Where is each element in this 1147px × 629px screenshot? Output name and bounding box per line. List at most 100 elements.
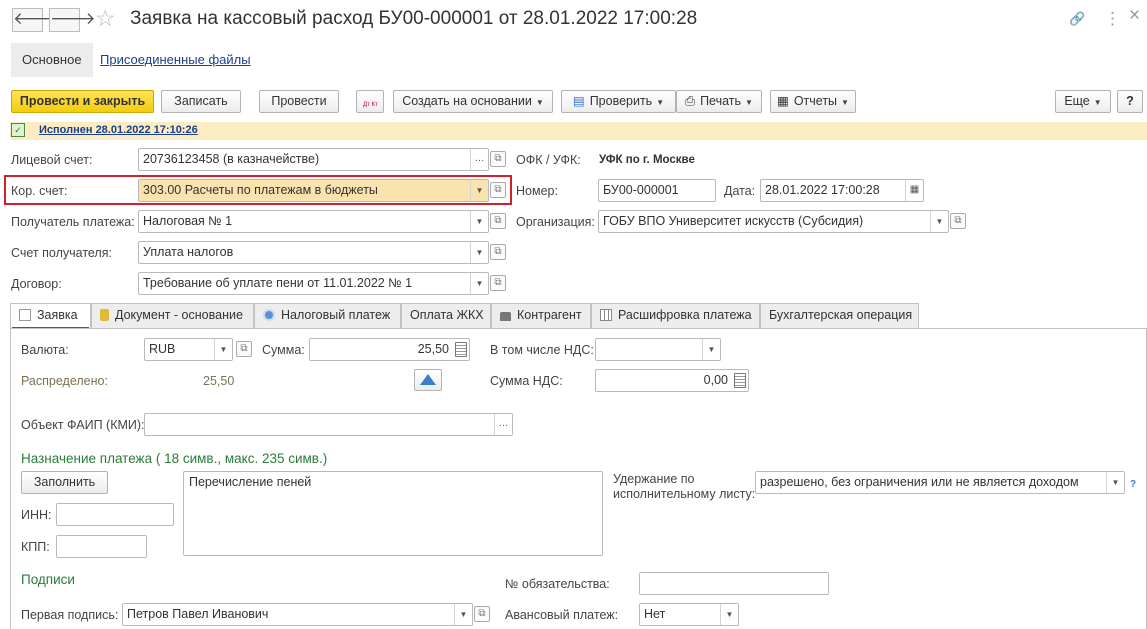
calendar-icon[interactable]: ▦ (905, 180, 923, 201)
sum-field[interactable]: 25,50 (309, 338, 470, 361)
withhold-label-2: исполнительному листу: (613, 487, 756, 501)
chevron-down-icon: ▼ (1093, 98, 1102, 107)
more-label: Еще (1064, 94, 1090, 108)
currency-field[interactable]: RUB ▼ (144, 338, 233, 361)
chevron-down-icon: ▼ (656, 98, 665, 107)
tab-main[interactable]: Основное (11, 43, 93, 77)
check-button[interactable]: ▤ Проверить ▼ (561, 90, 676, 113)
account-label: Лицевой счет: (11, 153, 93, 167)
tax-payment-icon (263, 309, 275, 321)
tab-request-label: Заявка (37, 308, 78, 322)
corr-account-value: 303.00 Расчеты по платежам в бюджеты (143, 183, 378, 197)
dropdown-arrow-icon[interactable]: ▼ (930, 211, 948, 232)
chevron-down-icon: ▼ (841, 98, 849, 107)
open-first-signature-icon[interactable]: ⧉ (474, 606, 490, 622)
tab-counterparty[interactable]: Контрагент (491, 303, 591, 328)
vat-included-field[interactable]: ▼ (595, 338, 721, 361)
open-corr-account-icon[interactable]: ⧉ (490, 182, 506, 198)
tab-accounting-operation[interactable]: Бухгалтерская операция (760, 303, 919, 328)
status-link[interactable]: Исполнен 28.01.2022 17:10:26 (39, 124, 198, 136)
open-recipient-icon[interactable]: ⧉ (490, 213, 506, 229)
open-contract-icon[interactable]: ⧉ (490, 275, 506, 291)
create-based-on-button[interactable]: Создать на основании ▼ (393, 90, 553, 113)
corr-account-field[interactable]: 303.00 Расчеты по платежам в бюджеты ▼ (138, 179, 489, 202)
tab-basis-document[interactable]: Документ - основание (91, 303, 254, 328)
dropdown-arrow-icon[interactable]: ▼ (1106, 472, 1124, 493)
fill-button[interactable]: Заполнить (21, 471, 108, 494)
recipient-account-field[interactable]: Уплата налогов ▼ (138, 241, 489, 264)
dropdown-arrow-icon[interactable]: ▼ (720, 604, 738, 625)
more-vertical-icon[interactable]: ⋮ (1104, 10, 1121, 28)
reports-button[interactable]: ▦ Отчеты ▼ (770, 90, 856, 113)
dt-kt-button[interactable]: Дт Кт (356, 90, 384, 113)
inn-label: ИНН: (21, 508, 52, 522)
number-value: БУ00-000001 (603, 183, 679, 197)
dropdown-arrow-icon[interactable]: ▼ (214, 339, 232, 360)
back-button[interactable]: 🡐 (12, 8, 59, 32)
tab-tax-payment[interactable]: Налоговый платеж (254, 303, 401, 328)
faip-label: Объект ФАИП (КМИ): (21, 418, 145, 432)
withhold-field[interactable]: разрешено, без ограничения или не являет… (755, 471, 1125, 494)
obligation-field[interactable] (639, 572, 829, 595)
close-icon[interactable]: × (1129, 6, 1140, 25)
purpose-textarea[interactable]: Перечисление пеней (183, 471, 603, 556)
open-organization-icon[interactable]: ⧉ (950, 213, 966, 229)
executed-status-icon: ✓ (11, 123, 25, 137)
account-field[interactable]: 20736123458 (в казначействе) … (138, 148, 489, 171)
help-question-icon[interactable]: ? (1130, 479, 1136, 490)
select-dots-icon[interactable]: … (494, 414, 512, 435)
first-signature-label: Первая подпись: (21, 608, 119, 622)
recipient-field[interactable]: Налоговая № 1 ▼ (138, 210, 489, 233)
tab-request[interactable]: Заявка (10, 303, 91, 329)
favorite-star-icon[interactable]: ☆ (95, 6, 116, 30)
select-dots-icon[interactable]: … (470, 149, 488, 170)
organization-field[interactable]: ГОБУ ВПО Университет искусств (Субсидия)… (598, 210, 949, 233)
tab-attached-files[interactable]: Присоединенные файлы (89, 43, 262, 77)
page-title: Заявка на кассовый расход БУ00-000001 от… (130, 8, 698, 29)
contract-label: Договор: (11, 277, 62, 291)
dropdown-arrow-icon[interactable]: ▼ (470, 273, 488, 294)
vat-sum-field[interactable]: 0,00 (595, 369, 749, 392)
status-bar: ✓ Исполнен 28.01.2022 17:10:26 (10, 122, 1147, 140)
advance-payment-label: Авансовый платеж: (505, 608, 619, 622)
open-currency-icon[interactable]: ⧉ (236, 341, 252, 357)
help-button[interactable]: ? (1117, 90, 1143, 113)
table-icon (600, 309, 612, 321)
faip-field[interactable]: … (144, 413, 513, 436)
print-label: Печать (700, 94, 742, 108)
forward-button[interactable]: 🡒 (49, 8, 96, 32)
calculator-icon[interactable] (734, 373, 746, 388)
dropdown-arrow-icon[interactable]: ▼ (702, 339, 720, 360)
tab-payment-breakdown[interactable]: Расшифровка платежа (591, 303, 760, 328)
recipient-label: Получатель платежа: (11, 215, 135, 229)
distribute-button[interactable] (414, 369, 442, 391)
kpp-field[interactable] (56, 535, 147, 558)
first-signature-field[interactable]: Петров Павел Иванович ▼ (122, 603, 473, 626)
contract-field[interactable]: Требование об уплате пени от 11.01.2022 … (138, 272, 489, 295)
chevron-down-icon: ▼ (535, 98, 544, 107)
write-button[interactable]: Записать (161, 90, 241, 113)
number-label: Номер: (516, 184, 558, 198)
more-button[interactable]: Еще ▼ (1055, 90, 1111, 113)
calculator-icon[interactable] (455, 342, 467, 357)
post-button[interactable]: Провести (259, 90, 339, 113)
reports-label: Отчеты (793, 94, 838, 108)
date-field[interactable]: 28.01.2022 17:00:28 ▦ (760, 179, 924, 202)
open-account-icon[interactable]: ⧉ (490, 151, 506, 167)
organization-value: ГОБУ ВПО Университет искусств (Субсидия) (603, 214, 864, 228)
organization-label: Организация: (516, 215, 595, 229)
open-recipient-account-icon[interactable]: ⧉ (490, 244, 506, 260)
print-button[interactable]: ⎙ Печать ▼ (676, 90, 762, 113)
recipient-value: Налоговая № 1 (143, 214, 233, 228)
printer-icon: ⎙ (685, 94, 696, 108)
advance-payment-field[interactable]: Нет ▼ (639, 603, 739, 626)
tab-utilities[interactable]: Оплата ЖКХ (401, 303, 491, 328)
link-icon[interactable]: 🔗 (1069, 10, 1085, 28)
inn-field[interactable] (56, 503, 174, 526)
dropdown-arrow-icon[interactable]: ▼ (470, 242, 488, 263)
dropdown-arrow-icon[interactable]: ▼ (470, 211, 488, 232)
number-field[interactable]: БУ00-000001 (598, 179, 716, 202)
dropdown-arrow-icon[interactable]: ▼ (454, 604, 472, 625)
dropdown-arrow-icon[interactable]: ▼ (470, 180, 488, 201)
post-and-close-button[interactable]: Провести и закрыть (11, 90, 154, 113)
